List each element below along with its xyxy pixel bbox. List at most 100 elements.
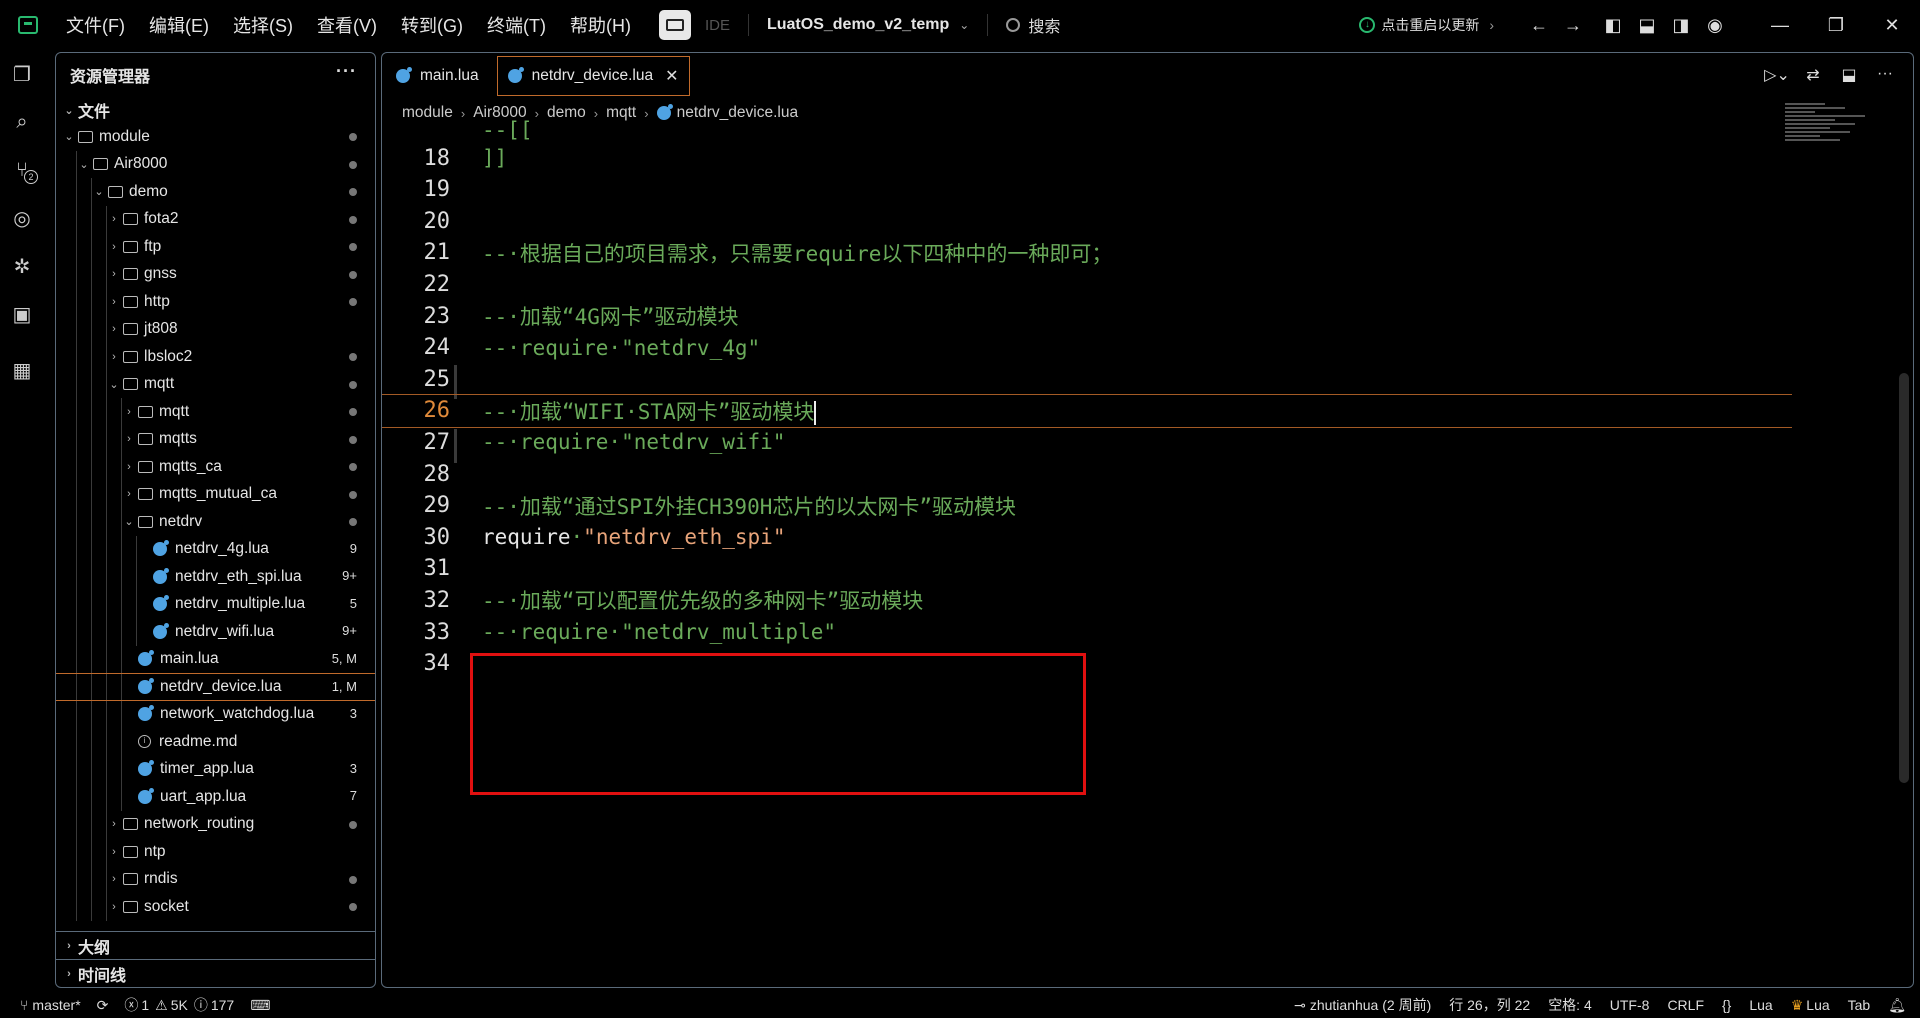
tree-folder[interactable]: › mqtt [56, 398, 375, 426]
menu-selection[interactable]: 选择(S) [233, 12, 293, 38]
tree-folder[interactable]: › socket [56, 893, 375, 921]
timeline-section-header[interactable]: › 时间线 [56, 959, 375, 987]
update-button[interactable]: ↓ 点击重启以更新 › [1359, 15, 1494, 35]
tree-file[interactable]: network_watchdog.lua 3 [56, 700, 375, 728]
tree-folder[interactable]: ⌄ Air8000 [56, 150, 375, 178]
keyboard-icon[interactable]: ⌨ [250, 997, 270, 1014]
run-debug-icon[interactable]: ▷⌄ [1759, 65, 1795, 89]
toggle-panel-icon[interactable]: ⬓ [1630, 8, 1664, 42]
tree-file[interactable]: main.lua 5, M [56, 645, 375, 673]
code-line[interactable]: 25 [382, 362, 1792, 396]
tree-file[interactable]: netdrv_wifi.lua 9+ [56, 618, 375, 646]
debug-icon[interactable]: ✲ [0, 242, 44, 290]
tree-file[interactable]: netdrv_eth_spi.lua 9+ [56, 563, 375, 591]
code-line[interactable]: 33 --·require·"netdrv_multiple" [382, 615, 1792, 649]
forward-arrow-icon[interactable]: → [1556, 8, 1590, 42]
menu-edit[interactable]: 编辑(E) [149, 12, 209, 38]
tree-folder[interactable]: › mqtts [56, 425, 375, 453]
menu-view[interactable]: 查看(V) [317, 12, 377, 38]
menu-goto[interactable]: 转到(G) [401, 12, 463, 38]
tree-folder[interactable]: › ftp [56, 233, 375, 261]
chevron-down-icon[interactable]: ⌄ [959, 18, 969, 32]
files-section-header[interactable]: ⌄ 文件 [56, 97, 375, 123]
back-arrow-icon[interactable]: ← [1522, 8, 1556, 42]
minimap[interactable] [1785, 103, 1885, 183]
lua-extension-status[interactable]: ♛ Lua [1791, 997, 1830, 1014]
tree-folder[interactable]: ⌄ netdrv [56, 508, 375, 536]
search-view-icon[interactable]: ⌕ [0, 98, 44, 146]
more-actions-icon[interactable]: ··· [1867, 65, 1903, 89]
code-line[interactable]: 32 --·加载“可以配置优先级的多种网卡”驱动模块 [382, 583, 1792, 617]
tree-folder[interactable]: ⌄ demo [56, 178, 375, 206]
ide-icon[interactable] [658, 10, 691, 40]
device-icon[interactable]: ▣ [0, 290, 44, 338]
tree-folder[interactable]: › lbsloc2 [56, 343, 375, 371]
restore-icon[interactable]: ❐ [1808, 0, 1864, 50]
tree-file[interactable]: timer_app.lua 3 [56, 755, 375, 783]
encoding[interactable]: UTF-8 [1610, 997, 1650, 1013]
more-actions-icon[interactable]: ··· [336, 61, 357, 82]
tree-folder[interactable]: ⌄ module [56, 123, 375, 151]
code-line[interactable]: 29 --·加载“通过SPI外挂CH390H芯片的以太网卡”驱动模块 [382, 489, 1792, 523]
tree-folder[interactable]: › mqtts_mutual_ca [56, 480, 375, 508]
branch-status[interactable]: ⑂ master* [20, 997, 81, 1013]
problems-status[interactable]: ⓧ 1 ⚠ 5K ⓘ 177 [124, 995, 234, 1015]
tree-folder[interactable]: › mqtts_ca [56, 453, 375, 481]
code-line[interactable]: 26 --·加载“WIFI·STA网卡”驱动模块 [382, 393, 1792, 428]
explorer-icon[interactable]: ❐ [0, 50, 44, 98]
braces-icon[interactable]: {} [1722, 997, 1731, 1013]
code-line[interactable]: 22 [382, 267, 1792, 301]
code-line[interactable]: 27 --·require·"netdrv_wifi" [382, 425, 1792, 459]
toggle-secondary-sidebar-icon[interactable]: ◨ [1664, 8, 1698, 42]
code-line[interactable]: 30 require·"netdrv_eth_spi" [382, 520, 1792, 554]
menu-help[interactable]: 帮助(H) [570, 12, 631, 38]
code-line[interactable]: 20 [382, 204, 1792, 238]
tab-netdrv-device-lua[interactable]: netdrv_device.lua ✕ [496, 56, 690, 96]
ide-switch[interactable]: IDE [658, 10, 730, 40]
source-control-icon[interactable]: ⑂ 2 [0, 146, 44, 194]
compare-changes-icon[interactable]: ⇄ [1795, 65, 1831, 89]
tree-folder[interactable]: › gnss [56, 260, 375, 288]
indentation[interactable]: 空格: 4 [1548, 995, 1592, 1015]
split-editor-icon[interactable]: ⬓ [1831, 65, 1867, 89]
account-icon[interactable]: ◉ [1698, 8, 1732, 42]
menu-file[interactable]: 文件(F) [66, 12, 125, 38]
language-mode[interactable]: Lua [1749, 997, 1772, 1013]
close-tab-icon[interactable]: ✕ [665, 66, 678, 86]
tree-folder[interactable]: › http [56, 288, 375, 316]
close-window-icon[interactable]: ✕ [1864, 0, 1920, 50]
toggle-sidebar-icon[interactable]: ◧ [1596, 8, 1630, 42]
menu-terminal[interactable]: 终端(T) [487, 12, 546, 38]
tree-folder[interactable]: › fota2 [56, 205, 375, 233]
git-blame-status[interactable]: ⊸ zhutianhua (2 周前) [1294, 995, 1431, 1015]
tree-file[interactable]: netdrv_device.lua 1, M [56, 673, 375, 701]
preview-eye-icon[interactable]: ◎ [0, 194, 44, 242]
tree-folder[interactable]: › ntp [56, 838, 375, 866]
code-editor[interactable]: --[[ 18]] 19 20 21 --·根据自己的项目需求，只需要require以下… [382, 118, 1882, 983]
ide-label[interactable]: IDE [705, 17, 730, 34]
tab-main-lua[interactable]: main.lua [386, 56, 489, 96]
code-line[interactable]: 19 [382, 173, 1792, 207]
extensions-icon[interactable]: ▦ [0, 346, 44, 394]
minimize-icon[interactable]: — [1752, 0, 1808, 50]
tree-file[interactable]: i readme.md [56, 728, 375, 756]
cursor-position[interactable]: 行 26，列 22 [1449, 995, 1530, 1015]
tree-folder[interactable]: › network_routing [56, 810, 375, 838]
code-line[interactable]: 21 --·根据自己的项目需求，只需要require以下四种中的一种即可； [382, 236, 1792, 270]
tree-file[interactable]: uart_app.lua 7 [56, 783, 375, 811]
sync-icon[interactable]: ⟳ [97, 997, 109, 1014]
code-line[interactable]: 23 --·加载“4G网卡”驱动模块 [382, 299, 1792, 333]
tree-file[interactable]: netdrv_4g.lua 9 [56, 535, 375, 563]
outline-section-header[interactable]: › 大纲 [56, 931, 375, 959]
tree-folder[interactable]: ⌄ mqtt [56, 370, 375, 398]
code-line[interactable]: 18]] [382, 141, 1792, 175]
tree-file[interactable]: netdrv_multiple.lua 5 [56, 590, 375, 618]
vertical-scrollbar[interactable] [1899, 373, 1909, 783]
code-line[interactable]: 34 [382, 647, 1792, 681]
project-name[interactable]: LuatOS_demo_v2_temp [767, 16, 949, 34]
tree-folder[interactable]: › rndis [56, 865, 375, 893]
code-line[interactable]: 28 [382, 457, 1792, 491]
tree-folder[interactable]: › jt808 [56, 315, 375, 343]
code-line[interactable]: 31 [382, 552, 1792, 586]
line-ending[interactable]: CRLF [1667, 997, 1704, 1013]
